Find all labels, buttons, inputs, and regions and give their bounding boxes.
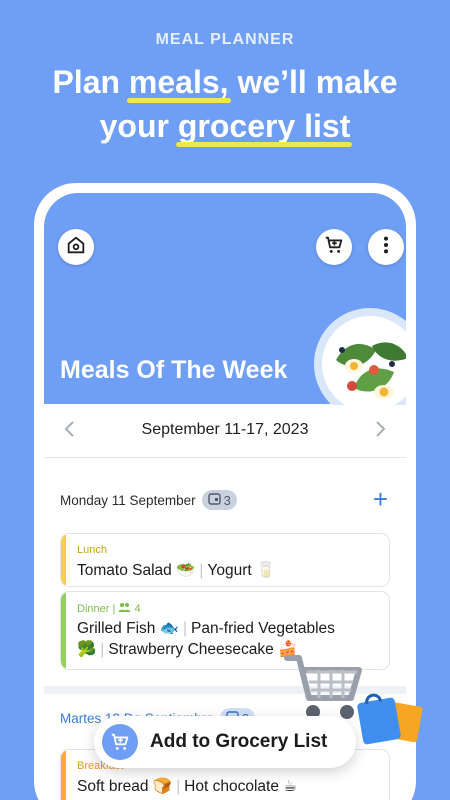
food-separator: | [199,562,204,579]
hero-header: Meals Of The Week [44,193,406,420]
meal-count: 3 [223,492,231,508]
grocery-cart-button[interactable] [316,229,352,265]
day-header: Monday 11 September 3 + [60,485,390,515]
food-item: Yogurt 🥛 [207,562,276,579]
headline-text: Plan [52,64,129,100]
servings-icon [118,603,134,615]
add-to-grocery-list-label: Add to Grocery List [150,731,328,752]
next-week-button[interactable] [370,419,390,443]
meal-color-bar [61,750,66,800]
home-icon [65,234,87,261]
cart-plus-icon [323,234,345,261]
calendar-icon [207,492,221,508]
food-item: Soft bread 🍞 [77,778,173,795]
add-meal-button[interactable]: + [373,486,388,512]
headline-text: we’ll make [228,64,398,100]
headline-highlight-meals: meals, [126,60,231,104]
headline-highlight-grocery: grocery list [175,104,352,148]
more-options-button[interactable] [368,229,404,265]
headline-text: your [99,108,178,144]
cart-plus-icon [102,724,138,760]
food-separator: | [176,778,181,795]
food-separator: | [100,641,105,658]
week-label: September 11-17, 2023 [141,421,309,438]
meal-type-text: Dinner | [77,603,116,615]
meal-count-badge: 3 [201,490,237,510]
more-vertical-icon [375,234,397,261]
promo-headline: Plan meals, we’ll make your grocery list [0,60,450,148]
chevron-right-icon [373,421,387,444]
add-to-grocery-list-button[interactable]: Add to Grocery List [94,716,356,768]
food-item: Hot chocolate ☕ [184,778,298,795]
food-item: Strawberry Cheesecake 🍰 [108,641,298,658]
week-selector: September 11-17, 2023 [44,405,406,458]
servings-count: 4 [134,603,141,615]
meal-foods: Soft bread 🍞 | Hot chocolate ☕ [77,776,381,797]
meal-type-label: Dinner | 4 [77,602,141,615]
promo-eyebrow: MEAL PLANNER [155,31,295,48]
meal-foods: Tomato Salad 🥗 | Yogurt 🥛 [77,560,381,581]
page-title: Meals Of The Week [60,356,288,384]
food-separator: | [182,620,188,637]
meal-type-label: Lunch [77,544,107,556]
meal-color-bar [61,534,66,586]
home-button[interactable] [58,229,94,265]
shopping-bags-illustration [356,684,426,753]
food-item: Grilled Fish 🐟 [77,620,179,637]
salad-plate-image [314,308,406,420]
meal-color-bar [61,592,66,669]
day-title: Monday 11 September [60,492,196,508]
food-item: Tomato Salad 🥗 [77,562,196,579]
plus-icon: + [372,484,388,514]
meal-card-lunch[interactable]: Lunch Tomato Salad 🥗 | Yogurt 🥛 [60,533,390,587]
